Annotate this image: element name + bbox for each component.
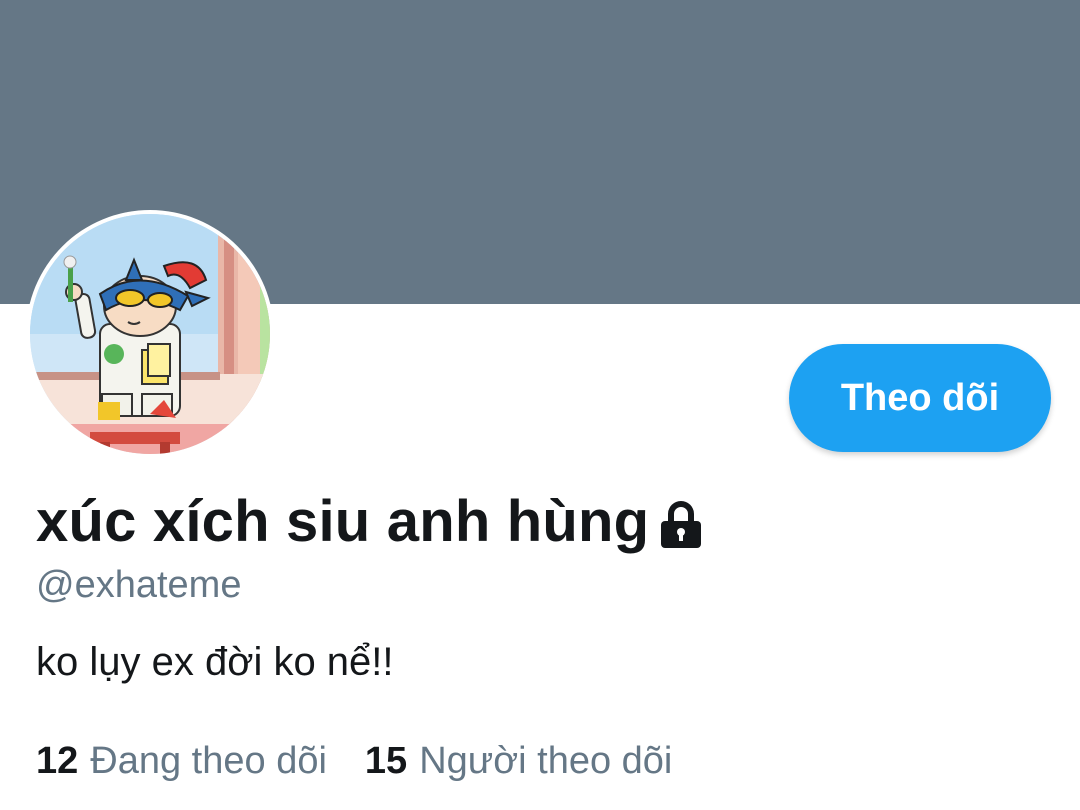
avatar-cartoon-image bbox=[30, 214, 270, 454]
following-label: Đang theo dõi bbox=[90, 740, 327, 782]
profile-name-row: xúc xích siu anh hùng bbox=[36, 488, 705, 555]
display-name: xúc xích siu anh hùng bbox=[36, 489, 650, 554]
following-stat[interactable]: 12 Đang theo dõi bbox=[36, 740, 327, 783]
profile-stats: 12 Đang theo dõi 15 Người theo dõi bbox=[36, 740, 672, 783]
followers-count: 15 bbox=[364, 740, 408, 782]
avatar[interactable] bbox=[30, 214, 270, 454]
follow-button[interactable]: Theo dõi bbox=[789, 344, 1051, 452]
profile-handle: @exhateme bbox=[36, 564, 242, 606]
profile-bio: ko lụy ex đời ko nể!! bbox=[36, 640, 394, 684]
following-count: 12 bbox=[36, 740, 79, 782]
lock-icon bbox=[661, 500, 702, 548]
profile-page: Theo dõi xúc xích siu anh hùng @exhateme… bbox=[0, 0, 1080, 810]
followers-stat[interactable]: 15 Người theo dõi bbox=[365, 740, 672, 783]
avatar-border bbox=[26, 210, 274, 458]
followers-label: Người theo dõi bbox=[419, 740, 673, 782]
